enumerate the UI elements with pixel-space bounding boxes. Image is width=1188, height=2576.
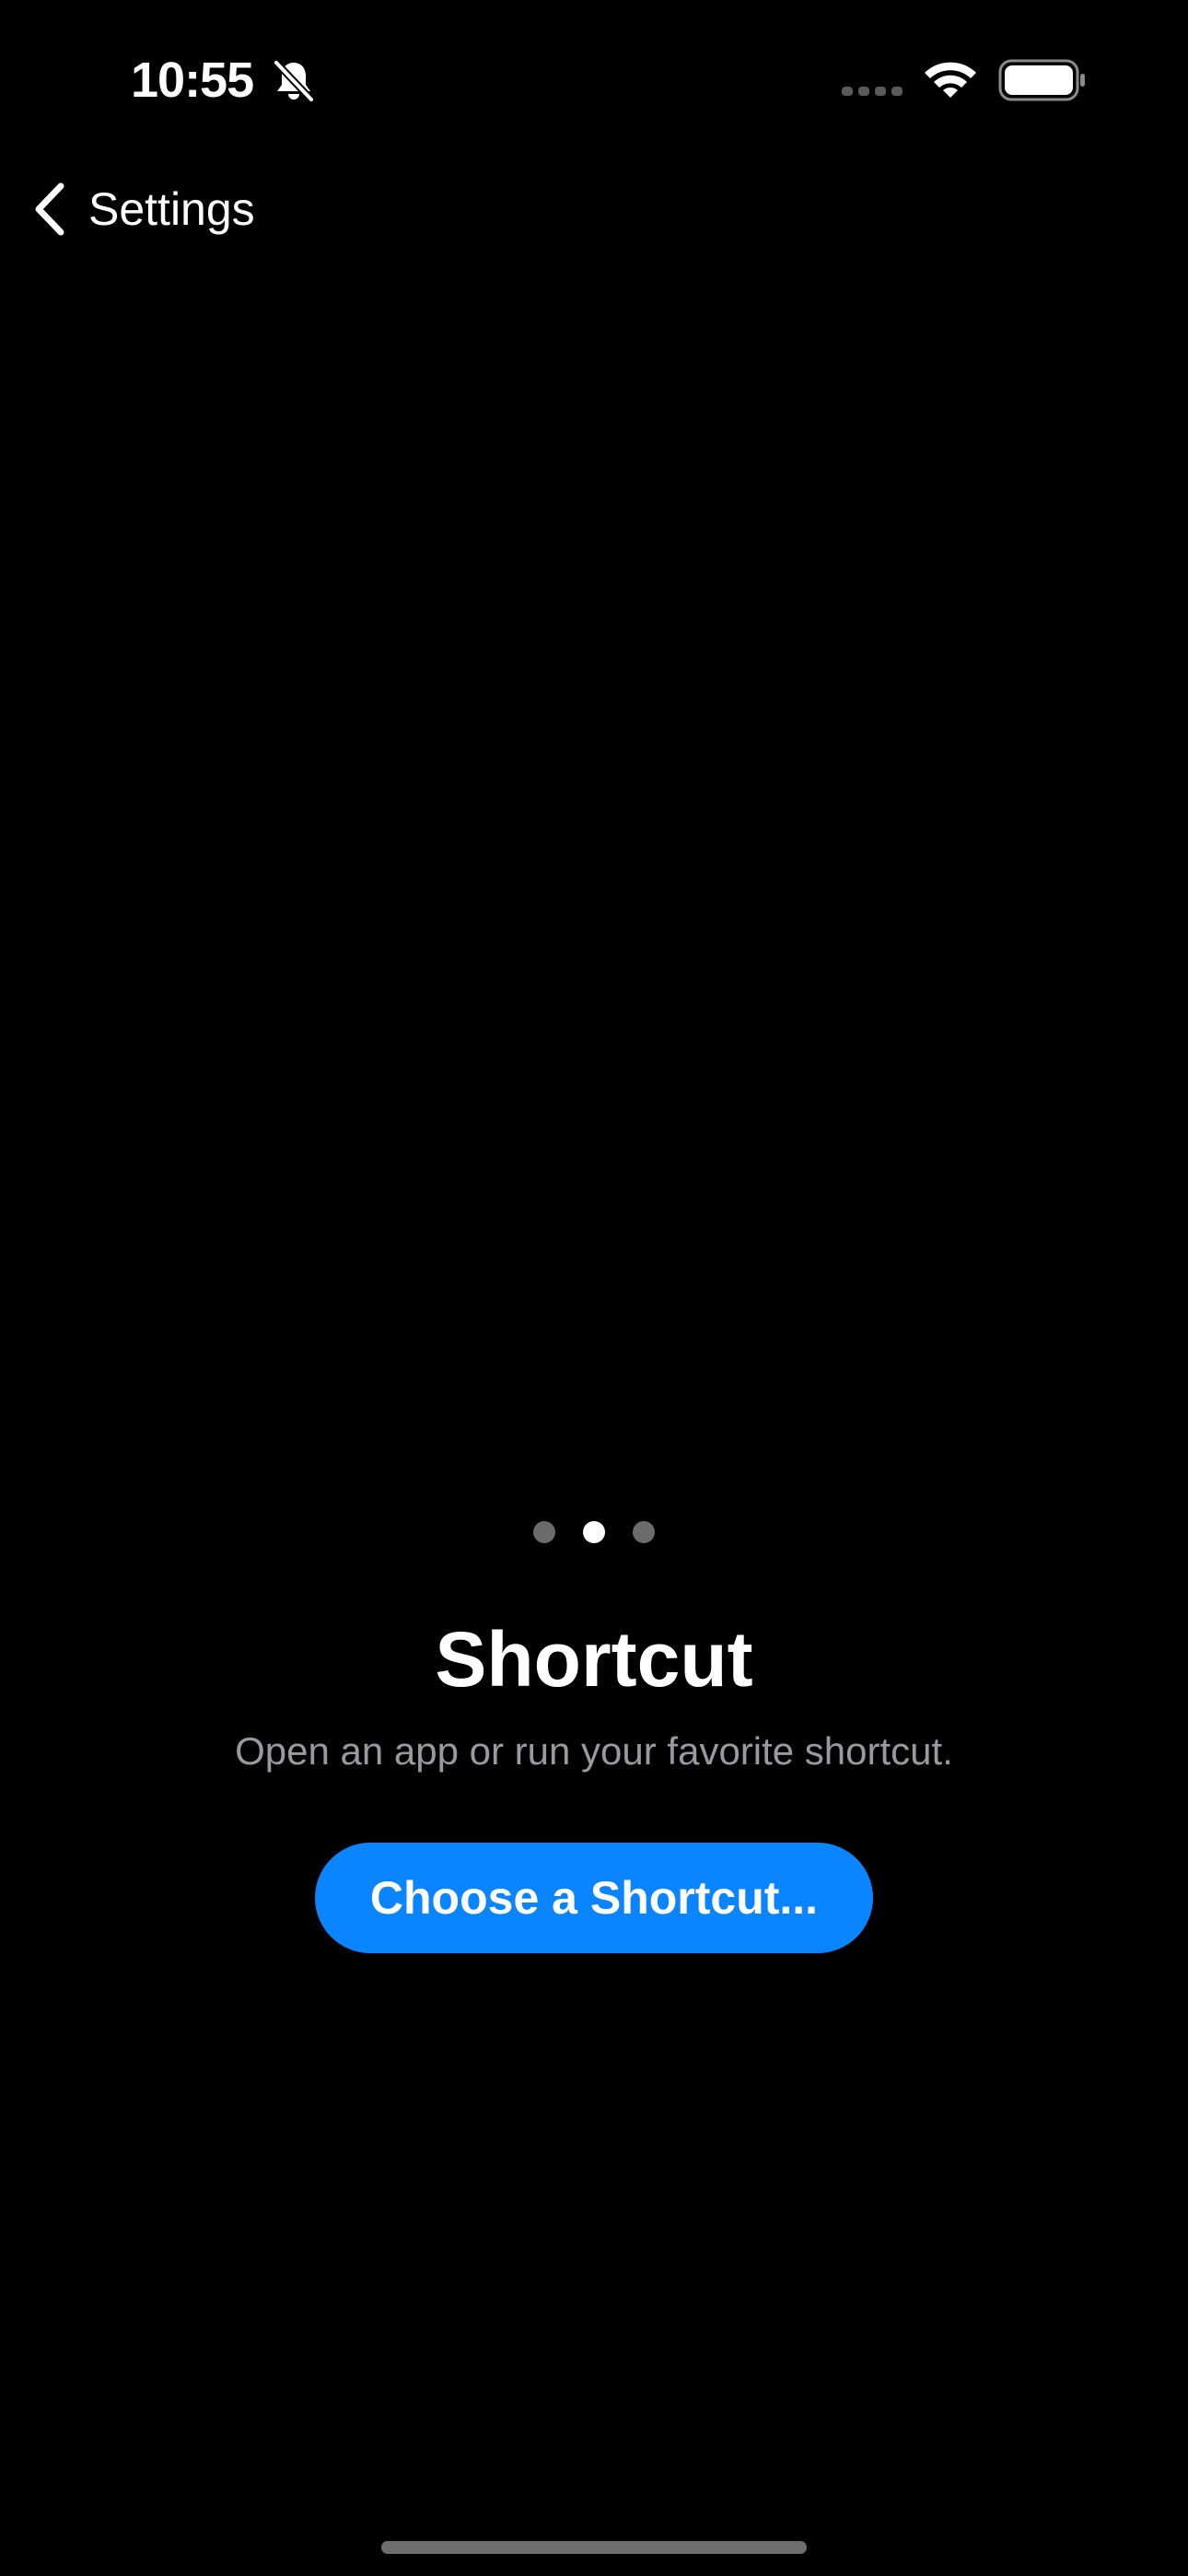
- back-button-label: Settings: [88, 183, 255, 235]
- cellular-signal-icon: [842, 87, 903, 96]
- battery-icon: [998, 59, 1085, 101]
- page-dot-1[interactable]: [533, 1521, 555, 1543]
- chevron-left-icon: [35, 182, 64, 236]
- home-indicator[interactable]: [381, 2541, 807, 2554]
- choose-shortcut-button[interactable]: Choose a Shortcut...: [315, 1843, 873, 1953]
- wifi-icon: [925, 62, 976, 98]
- page-subtitle: Open an app or run your favorite shortcu…: [235, 1729, 953, 1773]
- page-dot-3[interactable]: [633, 1521, 655, 1543]
- status-time: 10:55: [131, 53, 254, 108]
- page-dot-2-active[interactable]: [583, 1521, 605, 1543]
- bell-slash-icon: [274, 60, 314, 102]
- status-bar: 10:55: [0, 0, 1188, 157]
- page-title: Shortcut: [435, 1616, 753, 1703]
- back-button[interactable]: Settings: [29, 175, 255, 243]
- page-indicator[interactable]: [0, 1520, 1188, 1544]
